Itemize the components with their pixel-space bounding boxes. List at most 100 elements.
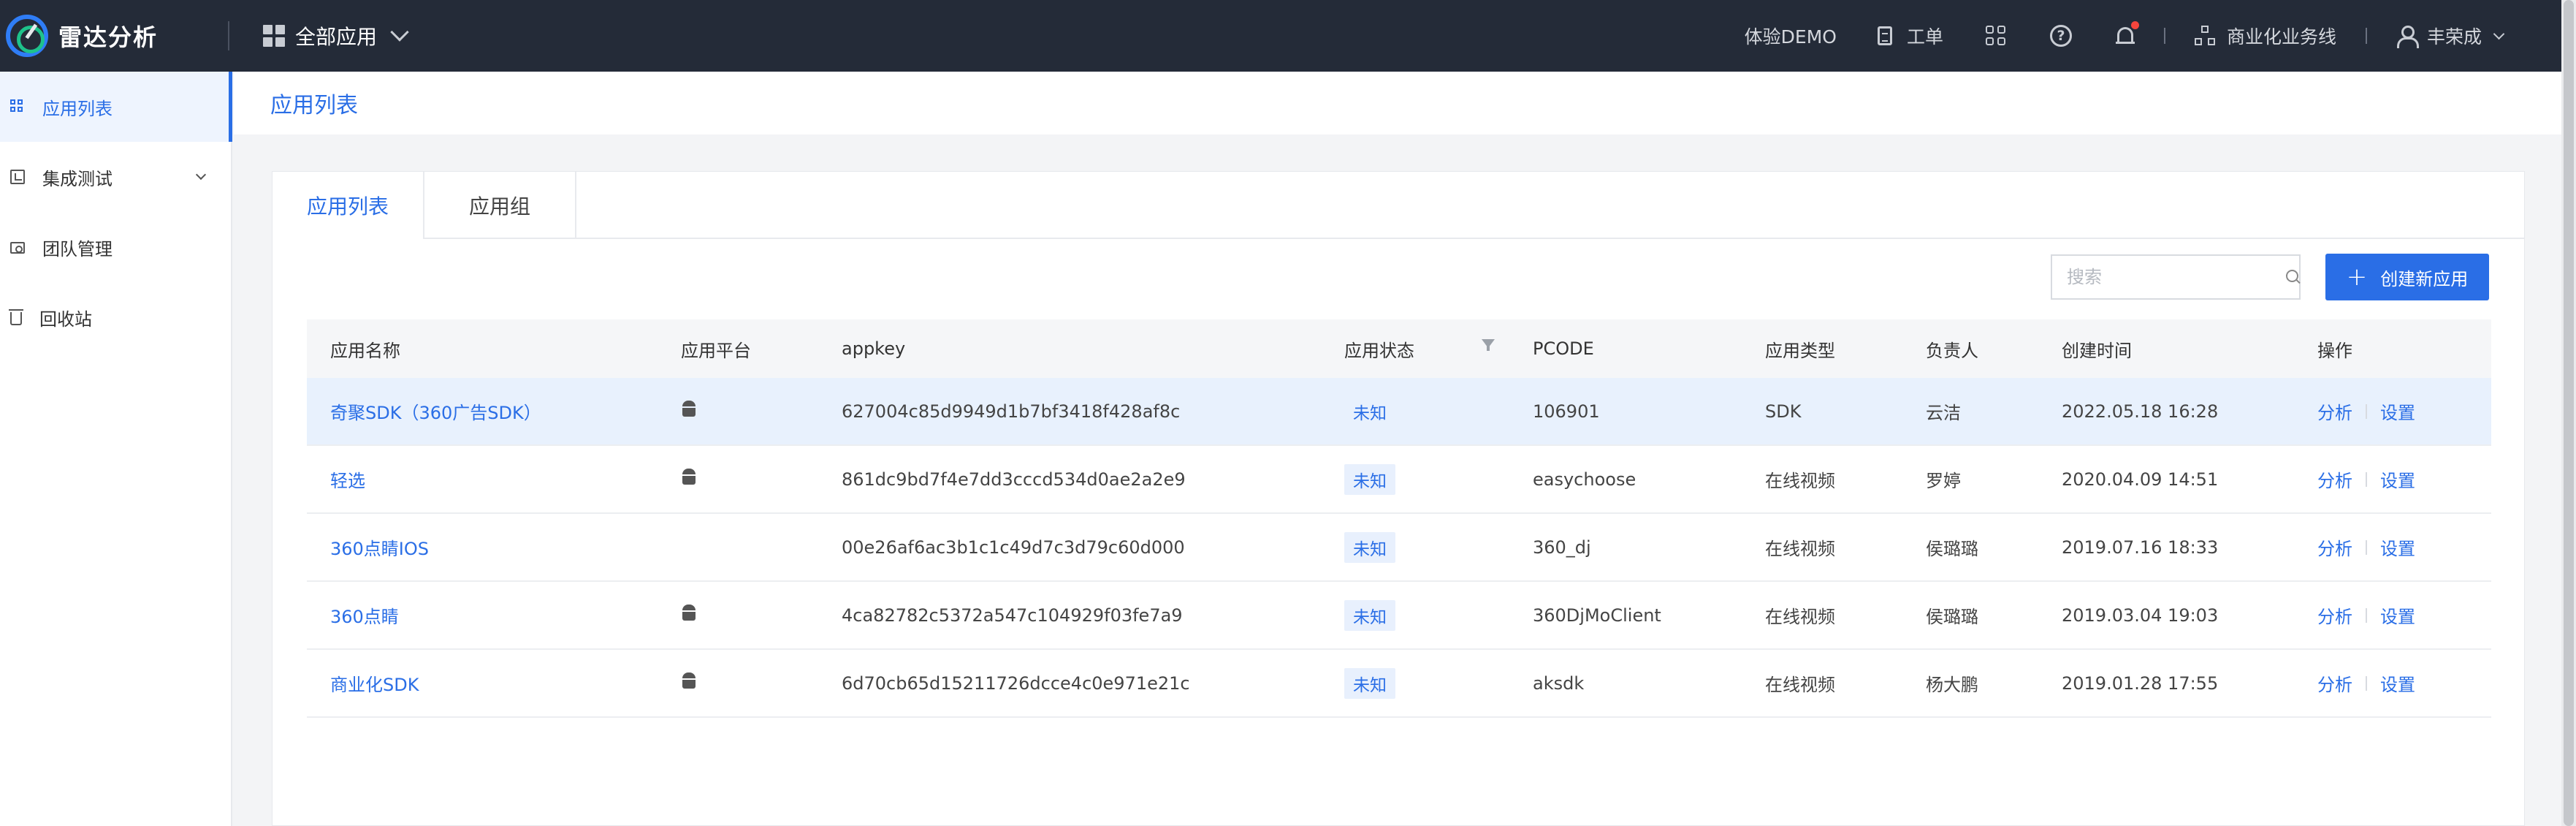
app-type: 在线视频 bbox=[1765, 675, 1835, 695]
table-row: 轻选 861dc9bd7f4e7dd3cccd534d0ae2a2e9 未知 e… bbox=[307, 446, 2491, 514]
grid-icon bbox=[10, 99, 25, 114]
app-table: 应用名称 应用平台 appkey 应用状态 PCODE 应用类型 负责人 创建时… bbox=[307, 319, 2491, 718]
divider bbox=[228, 21, 230, 50]
created-time: 2019.01.28 17:55 bbox=[2062, 672, 2219, 694]
bell-icon[interactable] bbox=[2115, 21, 2139, 46]
sidebar-item-recycle-bin[interactable]: 回收站 bbox=[0, 282, 231, 352]
created-time: 2019.07.16 18:33 bbox=[2062, 537, 2219, 558]
status-badge: 未知 bbox=[1344, 667, 1395, 699]
app-type: 在线视频 bbox=[1765, 539, 1835, 559]
settings-link[interactable]: 设置 bbox=[2380, 534, 2415, 560]
user-name: 丰荣成 bbox=[2426, 26, 2482, 48]
appkey: 00e26af6ac3b1c1c49d7c3d79c60d000 bbox=[842, 537, 1185, 558]
analyze-link[interactable]: 分析 bbox=[2317, 534, 2352, 560]
appkey: 627004c85d9949d1b7bf3418f428af8c bbox=[842, 401, 1181, 422]
create-app-label: 创建新应用 bbox=[2380, 268, 2469, 289]
analyze-link[interactable]: 分析 bbox=[2317, 602, 2352, 628]
app-name-link[interactable]: 360点睛 bbox=[330, 607, 399, 627]
sidebar-item-label: 集成测试 bbox=[42, 168, 113, 189]
sidebar: 应用列表 集成测试 团队管理 回收站 bbox=[0, 72, 232, 826]
document-icon bbox=[1877, 26, 1892, 45]
chevron-down-icon bbox=[195, 169, 207, 181]
demo-link[interactable]: 体验DEMO bbox=[1745, 23, 1837, 49]
sidebar-item-app-list[interactable]: 应用列表 bbox=[0, 72, 232, 142]
org-icon bbox=[2194, 26, 2215, 46]
tab-bar: 应用列表 应用组 bbox=[273, 172, 2524, 239]
scrollbar[interactable] bbox=[2561, 0, 2576, 826]
owner: 云洁 bbox=[1926, 403, 1961, 423]
business-line-switch[interactable]: 商业化业务线 bbox=[2194, 23, 2336, 49]
sidebar-item-team[interactable]: 团队管理 bbox=[0, 212, 231, 282]
divider bbox=[2366, 607, 2367, 623]
scrollbar-thumb[interactable] bbox=[2564, 0, 2574, 826]
status-badge: 未知 bbox=[1344, 531, 1395, 563]
app-type: SDK bbox=[1765, 401, 1802, 422]
column-header: 应用状态 bbox=[1344, 340, 1414, 361]
filter-icon[interactable] bbox=[1482, 338, 1495, 351]
tab-app-list[interactable]: 应用列表 bbox=[273, 172, 424, 239]
analyze-link[interactable]: 分析 bbox=[2317, 398, 2352, 424]
settings-link[interactable]: 设置 bbox=[2380, 398, 2415, 424]
pcode: aksdk bbox=[1533, 672, 1585, 694]
app-name-link[interactable]: 360点睛IOS bbox=[330, 539, 429, 559]
android-icon bbox=[681, 672, 697, 690]
analyze-link[interactable]: 分析 bbox=[2317, 466, 2352, 492]
pcode: easychoose bbox=[1533, 469, 1636, 490]
created-time: 2022.05.18 16:28 bbox=[2062, 401, 2219, 422]
settings-link[interactable]: 设置 bbox=[2380, 670, 2415, 696]
table-row: 奇聚SDK（360广告SDK） 627004c85d9949d1b7bf3418… bbox=[307, 378, 2491, 446]
owner: 杨大鹏 bbox=[1926, 675, 1978, 695]
divider bbox=[2366, 539, 2367, 555]
analyze-link[interactable]: 分析 bbox=[2317, 670, 2352, 696]
business-line-label: 商业化业务线 bbox=[2226, 26, 2336, 48]
app-name-link[interactable]: 商业化SDK bbox=[330, 675, 419, 695]
status-badge: 未知 bbox=[1353, 403, 1387, 423]
table-row: 360点睛IOS 00e26af6ac3b1c1c49d7c3d79c60d00… bbox=[307, 514, 2491, 582]
appkey: 861dc9bd7f4e7dd3cccd534d0ae2a2e9 bbox=[842, 469, 1186, 490]
table-header: 应用名称 应用平台 appkey 应用状态 PCODE 应用类型 负责人 创建时… bbox=[307, 319, 2491, 378]
app-switcher-label: 全部应用 bbox=[295, 25, 378, 49]
settings-link[interactable]: 设置 bbox=[2380, 602, 2415, 628]
android-icon bbox=[681, 604, 697, 622]
chevron-down-icon bbox=[390, 23, 409, 42]
notification-dot bbox=[2130, 21, 2139, 29]
pcode: 106901 bbox=[1533, 401, 1600, 422]
app-name-link[interactable]: 轻选 bbox=[330, 471, 365, 491]
toolbar: + 创建新应用 bbox=[2051, 254, 2489, 300]
app-switcher[interactable]: 全部应用 bbox=[263, 21, 409, 50]
radar-logo-icon bbox=[6, 15, 48, 57]
user-menu[interactable]: 丰荣成 bbox=[2396, 23, 2505, 49]
page-title: 应用列表 bbox=[270, 93, 358, 118]
divider bbox=[2163, 28, 2165, 44]
android-icon bbox=[681, 468, 697, 486]
app-type: 在线视频 bbox=[1765, 607, 1835, 627]
ticket-label: 工单 bbox=[1906, 26, 1943, 48]
settings-link[interactable]: 设置 bbox=[2380, 466, 2415, 492]
column-header-status: 应用状态 bbox=[1321, 336, 1509, 362]
apps-icon[interactable] bbox=[1985, 26, 2006, 46]
search-input[interactable] bbox=[2067, 267, 2286, 287]
column-header: 创建时间 bbox=[2062, 340, 2132, 361]
chevron-down-icon bbox=[2493, 28, 2505, 39]
help-icon[interactable]: ? bbox=[2049, 25, 2072, 47]
ticket-link[interactable]: 工单 bbox=[1877, 23, 1943, 49]
app-name-link[interactable]: 奇聚SDK（360广告SDK） bbox=[330, 403, 541, 423]
status-badge: 未知 bbox=[1344, 463, 1395, 495]
owner: 侯璐璐 bbox=[1926, 539, 1978, 559]
column-header: 负责人 bbox=[1926, 340, 1978, 361]
app-type: 在线视频 bbox=[1765, 471, 1835, 491]
column-header: 应用名称 bbox=[330, 340, 400, 361]
owner: 罗婷 bbox=[1926, 471, 1961, 491]
column-header: 操作 bbox=[2317, 340, 2352, 361]
divider bbox=[2366, 675, 2367, 691]
app-name: 雷达分析 bbox=[58, 23, 159, 51]
sidebar-item-integration-test[interactable]: 集成测试 bbox=[0, 142, 231, 212]
divider bbox=[2366, 471, 2367, 487]
pcode: 360DjMoClient bbox=[1533, 605, 1661, 626]
owner: 侯璐璐 bbox=[1926, 607, 1978, 627]
app-logo[interactable]: 雷达分析 bbox=[6, 15, 158, 57]
create-app-button[interactable]: + 创建新应用 bbox=[2325, 254, 2489, 300]
plus-icon: + bbox=[2346, 262, 2368, 292]
tab-app-group[interactable]: 应用组 bbox=[424, 172, 576, 239]
column-header: PCODE bbox=[1533, 338, 1594, 359]
